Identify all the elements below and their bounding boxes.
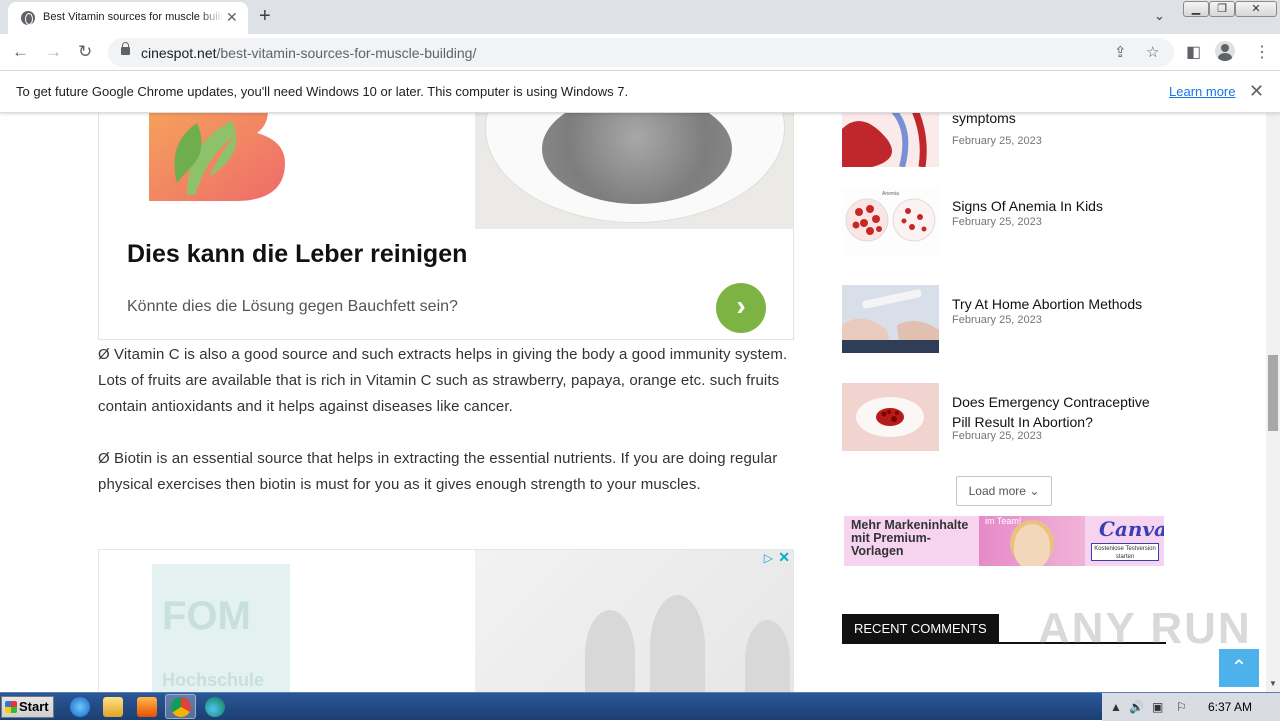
back-arrow-icon[interactable]: ← xyxy=(12,42,29,62)
bookmark-star-icon[interactable]: ☆ xyxy=(1146,43,1159,61)
share-icon[interactable]: ⇪ xyxy=(1114,43,1127,61)
tray-expand-icon[interactable]: ▲ xyxy=(1110,700,1122,714)
browser-tab[interactable]: Best Vitamin sources for muscle building… xyxy=(8,2,248,34)
infobar-message: To get future Google Chrome updates, you… xyxy=(16,84,629,99)
page-scrollbar[interactable]: ▼ xyxy=(1266,113,1280,692)
windows-taskbar: Start ▲ 🔊 ▣ ⚐ 6:37 AM xyxy=(0,692,1280,721)
post-title[interactable]: Signs Of Anemia In Kids xyxy=(952,196,1166,216)
media-player-icon[interactable] xyxy=(137,697,157,717)
ad-photo-students xyxy=(475,550,793,692)
side-panel-icon[interactable]: ◧ xyxy=(1186,42,1201,62)
sidebar-post[interactable]: Does Emergency Contraceptive Pill Result… xyxy=(842,383,1166,453)
windows-logo-icon xyxy=(5,701,17,713)
post-thumbnail-test xyxy=(842,285,939,353)
tab-search-chevron-icon[interactable]: ⌄ xyxy=(1154,8,1165,24)
chrome-icon xyxy=(171,697,191,717)
load-more-button[interactable]: Load more ⌄ xyxy=(956,476,1052,506)
canva-ad-banner[interactable]: Mehr Markeninhalte mit Premium-Vorlagen … xyxy=(844,516,1164,566)
article-paragraph: Ø Vitamin C is also a good source and su… xyxy=(98,346,788,415)
post-thumbnail-blood xyxy=(842,113,939,167)
post-date: February 25, 2023 xyxy=(952,135,1042,147)
tab-close-icon[interactable]: ✕ xyxy=(226,9,238,25)
start-button[interactable]: Start xyxy=(1,696,54,718)
url-text[interactable]: cinespot.net/best-vitamin-sources-for-mu… xyxy=(141,45,476,61)
ad-chevron-right-icon[interactable]: › xyxy=(716,283,766,333)
ad-banner-liver[interactable]: Dies kann die Leber reinigen Könnte dies… xyxy=(98,113,794,340)
recent-comments-label: RECENT COMMENTS xyxy=(842,614,999,643)
person-silhouette xyxy=(745,620,790,692)
bowl-shape xyxy=(485,113,785,223)
ad-brand-logo xyxy=(149,113,285,201)
browser-toolbar: ← → ↻ cinespot.net/best-vitamin-sources-… xyxy=(0,34,1280,71)
new-tab-button[interactable]: + xyxy=(259,5,271,27)
ad-banner-fom[interactable]: FOM Hochschule ▷ ✕ xyxy=(98,549,794,692)
post-date: February 25, 2023 xyxy=(952,314,1042,326)
globe-icon xyxy=(21,11,35,25)
restore-button[interactable]: ❐ xyxy=(1209,1,1235,17)
chevron-down-icon: ⌄ xyxy=(1029,484,1040,498)
post-thumbnail-pad xyxy=(842,383,939,451)
web-page: Dies kann die Leber reinigen Könnte dies… xyxy=(0,113,1266,692)
chia-seeds-shape xyxy=(542,113,732,204)
canva-trial-button[interactable]: Kostenlose Testversion starten xyxy=(1091,543,1159,561)
post-title[interactable]: Try At Home Abortion Methods xyxy=(952,294,1166,314)
load-more-label: Load more xyxy=(968,484,1026,498)
infobar-close-icon[interactable]: ✕ xyxy=(1249,81,1264,102)
edge-icon[interactable] xyxy=(205,697,225,717)
close-window-button[interactable]: ✕ xyxy=(1235,1,1277,17)
volume-icon[interactable]: 🔊 xyxy=(1129,700,1144,714)
ad-headline[interactable]: Dies kann die Leber reinigen xyxy=(127,240,467,269)
scrollbar-thumb[interactable] xyxy=(1268,355,1278,431)
fom-logo-text: FOM xyxy=(162,594,251,638)
post-title[interactable]: Does Emergency Contraceptive Pill Result… xyxy=(952,392,1166,432)
canva-logo: Canva xyxy=(1099,517,1164,541)
post-thumbnail-anemia: Anemia xyxy=(842,187,939,255)
tab-strip: Best Vitamin sources for muscle building… xyxy=(0,0,1280,34)
person-face-shape xyxy=(1014,524,1050,566)
post-date: February 25, 2023 xyxy=(952,216,1042,228)
canva-ad-team-text: im Team! xyxy=(985,516,1022,526)
learn-more-link[interactable]: Learn more xyxy=(1169,84,1235,99)
ad-close-icon[interactable]: ✕ xyxy=(778,550,790,566)
ad-photo-chia-bowl xyxy=(475,113,793,229)
post-date: February 25, 2023 xyxy=(952,430,1042,442)
back-to-top-button[interactable]: ⌃ xyxy=(1219,649,1259,687)
post-title[interactable]: symptoms xyxy=(952,113,1166,128)
menu-kebab-icon[interactable]: ⋮ xyxy=(1254,42,1270,62)
lock-icon[interactable] xyxy=(121,42,130,55)
fom-logo-subtext: Hochschule xyxy=(162,670,265,690)
start-label: Start xyxy=(19,699,49,714)
fom-logo: FOM Hochschule xyxy=(152,564,290,692)
system-tray: ▲ 🔊 ▣ ⚐ xyxy=(1102,693,1280,721)
file-explorer-icon[interactable] xyxy=(103,697,123,717)
adchoices-icon[interactable]: ▷ xyxy=(764,551,773,565)
minimize-button[interactable]: ▁ xyxy=(1183,1,1209,17)
anyrun-watermark: ANY RUN xyxy=(1038,604,1252,653)
reload-icon[interactable]: ↻ xyxy=(78,42,92,62)
address-bar[interactable]: cinespot.net/best-vitamin-sources-for-mu… xyxy=(108,38,1174,67)
network-icon[interactable]: ▣ xyxy=(1152,700,1163,714)
article-paragraph: Ø Biotin is an essential source that hel… xyxy=(98,450,778,493)
taskbar-clock[interactable]: 6:37 AM xyxy=(1208,700,1252,714)
forward-arrow-icon[interactable]: → xyxy=(45,42,62,62)
scroll-down-arrow-icon[interactable]: ▼ xyxy=(1269,679,1277,688)
profile-avatar-icon[interactable] xyxy=(1215,41,1235,61)
canva-ad-text: Mehr Markeninhalte mit Premium-Vorlagen xyxy=(851,518,969,558)
person-silhouette xyxy=(585,610,635,692)
sidebar-post[interactable]: symptoms February 25, 2023 xyxy=(842,113,1166,169)
person-silhouette xyxy=(650,595,705,692)
ad-subline[interactable]: Könnte dies die Lösung gegen Bauchfett s… xyxy=(127,298,458,316)
canva-ad-photo: im Team! xyxy=(979,516,1085,566)
tab-title: Best Vitamin sources for muscle building xyxy=(43,11,223,23)
sidebar-post[interactable]: Try At Home Abortion Methods February 25… xyxy=(842,285,1166,355)
action-center-flag-icon[interactable]: ⚐ xyxy=(1176,700,1187,714)
internet-explorer-icon[interactable] xyxy=(70,697,90,717)
svg-text:Anemia: Anemia xyxy=(882,191,899,197)
update-infobar: To get future Google Chrome updates, you… xyxy=(0,71,1280,113)
sidebar-post[interactable]: Anemia Signs Of Anemia In Kids February … xyxy=(842,187,1166,257)
